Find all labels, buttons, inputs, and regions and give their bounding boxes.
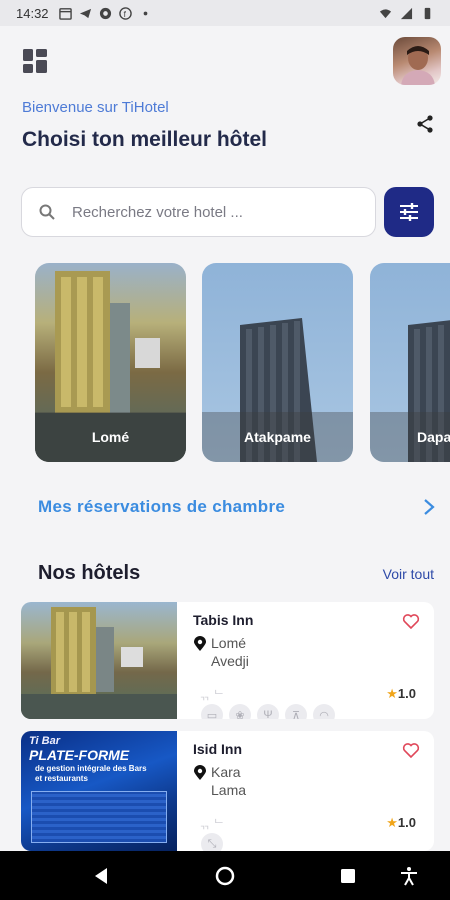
back-icon[interactable] bbox=[90, 865, 112, 887]
restaurant-icon: Ψ bbox=[257, 704, 279, 719]
hotel-photo: Ti Bar PLATE-FORME de gestion intégrale … bbox=[21, 731, 177, 851]
avatar-portrait-icon bbox=[401, 46, 435, 85]
status-time: 14:32 bbox=[16, 5, 49, 21]
location-pin-icon bbox=[194, 636, 206, 651]
promo-headline: PLATE-FORME bbox=[29, 747, 130, 763]
hotel-district: Lama bbox=[211, 782, 247, 798]
faint-label: ᆩ ᄂ bbox=[199, 688, 225, 702]
expand-icon: ⤡ bbox=[201, 833, 223, 851]
welcome-text: Bienvenue sur TiHotel bbox=[22, 99, 169, 116]
rating-value: 1.0 bbox=[397, 815, 416, 830]
status-bar: 14:32 f bbox=[0, 0, 450, 26]
search-input[interactable]: Recherchez votre hotel ... bbox=[21, 187, 376, 237]
hotel-name: Isid Inn bbox=[193, 741, 242, 757]
vpn-icon bbox=[99, 7, 111, 19]
signal-icon bbox=[400, 7, 413, 19]
city-label: Atakpame bbox=[202, 412, 353, 462]
hotel-rating: ★1.0 bbox=[386, 686, 416, 702]
city-label: Lomé bbox=[35, 412, 186, 462]
tv-icon: ▭ bbox=[201, 704, 223, 719]
header: Bienvenue sur TiHotel Choisi ton meilleu… bbox=[0, 26, 450, 176]
city-label: Dapa bbox=[370, 412, 450, 462]
telegram-icon bbox=[79, 8, 91, 18]
hotel-info: Tabis Inn Lomé Avedji ᆩ ᄂ ★1.0 ▭ ❀ Ψ ⊼ ◠ bbox=[193, 612, 420, 719]
section-title: Nos hôtels bbox=[38, 562, 141, 584]
recents-icon[interactable] bbox=[337, 865, 359, 887]
hotel-card[interactable]: Ti Bar PLATE-FORME de gestion intégrale … bbox=[21, 731, 434, 851]
city-card-atakpame[interactable]: Atakpame bbox=[202, 263, 353, 462]
hotel-district: Avedji bbox=[211, 653, 249, 669]
reservations-label: Mes réservations de chambre bbox=[38, 497, 286, 516]
hotel-rating: ★1.0 bbox=[386, 815, 416, 831]
hotel-location: Lomé Avedji bbox=[193, 634, 420, 670]
avatar[interactable] bbox=[393, 37, 441, 85]
favorite-heart-icon[interactable] bbox=[402, 741, 420, 759]
page-title: Choisi ton meilleur hôtel bbox=[22, 128, 268, 151]
hotel-photo-drawing bbox=[21, 607, 177, 719]
location-pin-icon bbox=[194, 765, 206, 780]
hotels-section-header: Nos hôtels Voir tout bbox=[38, 562, 434, 585]
dot-icon bbox=[143, 11, 147, 15]
chevron-right-icon bbox=[424, 499, 435, 515]
city-card-dapa[interactable]: Dapa bbox=[370, 263, 450, 462]
accessibility-icon[interactable] bbox=[398, 865, 420, 887]
promo-brand: Ti Bar bbox=[29, 735, 60, 747]
hotel-name: Tabis Inn bbox=[193, 612, 254, 628]
city-carousel[interactable]: Lomé Atakpame Dapa bbox=[0, 263, 450, 463]
faint-label: ᆩ ᄂ bbox=[199, 817, 225, 831]
hotel-card[interactable]: Tabis Inn Lomé Avedji ᆩ ᄂ ★1.0 ▭ ❀ Ψ ⊼ ◠ bbox=[21, 602, 434, 719]
dashboard-grid-icon[interactable] bbox=[22, 48, 48, 74]
favorite-heart-icon[interactable] bbox=[402, 612, 420, 630]
see-all-link[interactable]: Voir tout bbox=[383, 566, 434, 582]
star-icon: ★ bbox=[386, 815, 398, 830]
filter-button[interactable] bbox=[384, 187, 434, 237]
amenities-row: ⤡ bbox=[201, 833, 223, 851]
search-placeholder: Recherchez votre hotel ... bbox=[72, 203, 243, 221]
hotel-info: Isid Inn Kara Lama ᆩ ᄂ ★1.0 ⤡ bbox=[193, 741, 420, 851]
wifi-icon bbox=[379, 8, 392, 18]
share-icon[interactable] bbox=[415, 114, 435, 134]
promo-panel bbox=[31, 791, 167, 843]
sliders-icon bbox=[400, 203, 418, 221]
battery-icon bbox=[424, 7, 431, 19]
hotel-city: Lomé bbox=[211, 635, 247, 651]
calendar-icon bbox=[58, 7, 72, 20]
hotel-city: Kara bbox=[211, 764, 241, 780]
system-nav-bar bbox=[0, 851, 450, 900]
svg-text:f: f bbox=[123, 9, 126, 19]
amenities-row: ▭ ❀ Ψ ⊼ ◠ bbox=[201, 704, 335, 719]
rating-value: 1.0 bbox=[397, 686, 416, 701]
hotel-photo bbox=[21, 602, 177, 719]
bed-icon: ⊼ bbox=[285, 704, 307, 719]
city-card-lome[interactable]: Lomé bbox=[35, 263, 186, 462]
reservations-link[interactable]: Mes réservations de chambre bbox=[38, 494, 436, 520]
hotel-location: Kara Lama bbox=[193, 763, 420, 799]
search-icon bbox=[39, 204, 55, 220]
spa-icon: ❀ bbox=[229, 704, 251, 719]
star-icon: ★ bbox=[386, 686, 398, 701]
wifi-icon: ◠ bbox=[313, 704, 335, 719]
facebook-icon: f bbox=[118, 6, 132, 20]
home-icon[interactable] bbox=[214, 865, 236, 887]
promo-subtitle: de gestion intégrale des Bars et restaur… bbox=[35, 764, 147, 783]
